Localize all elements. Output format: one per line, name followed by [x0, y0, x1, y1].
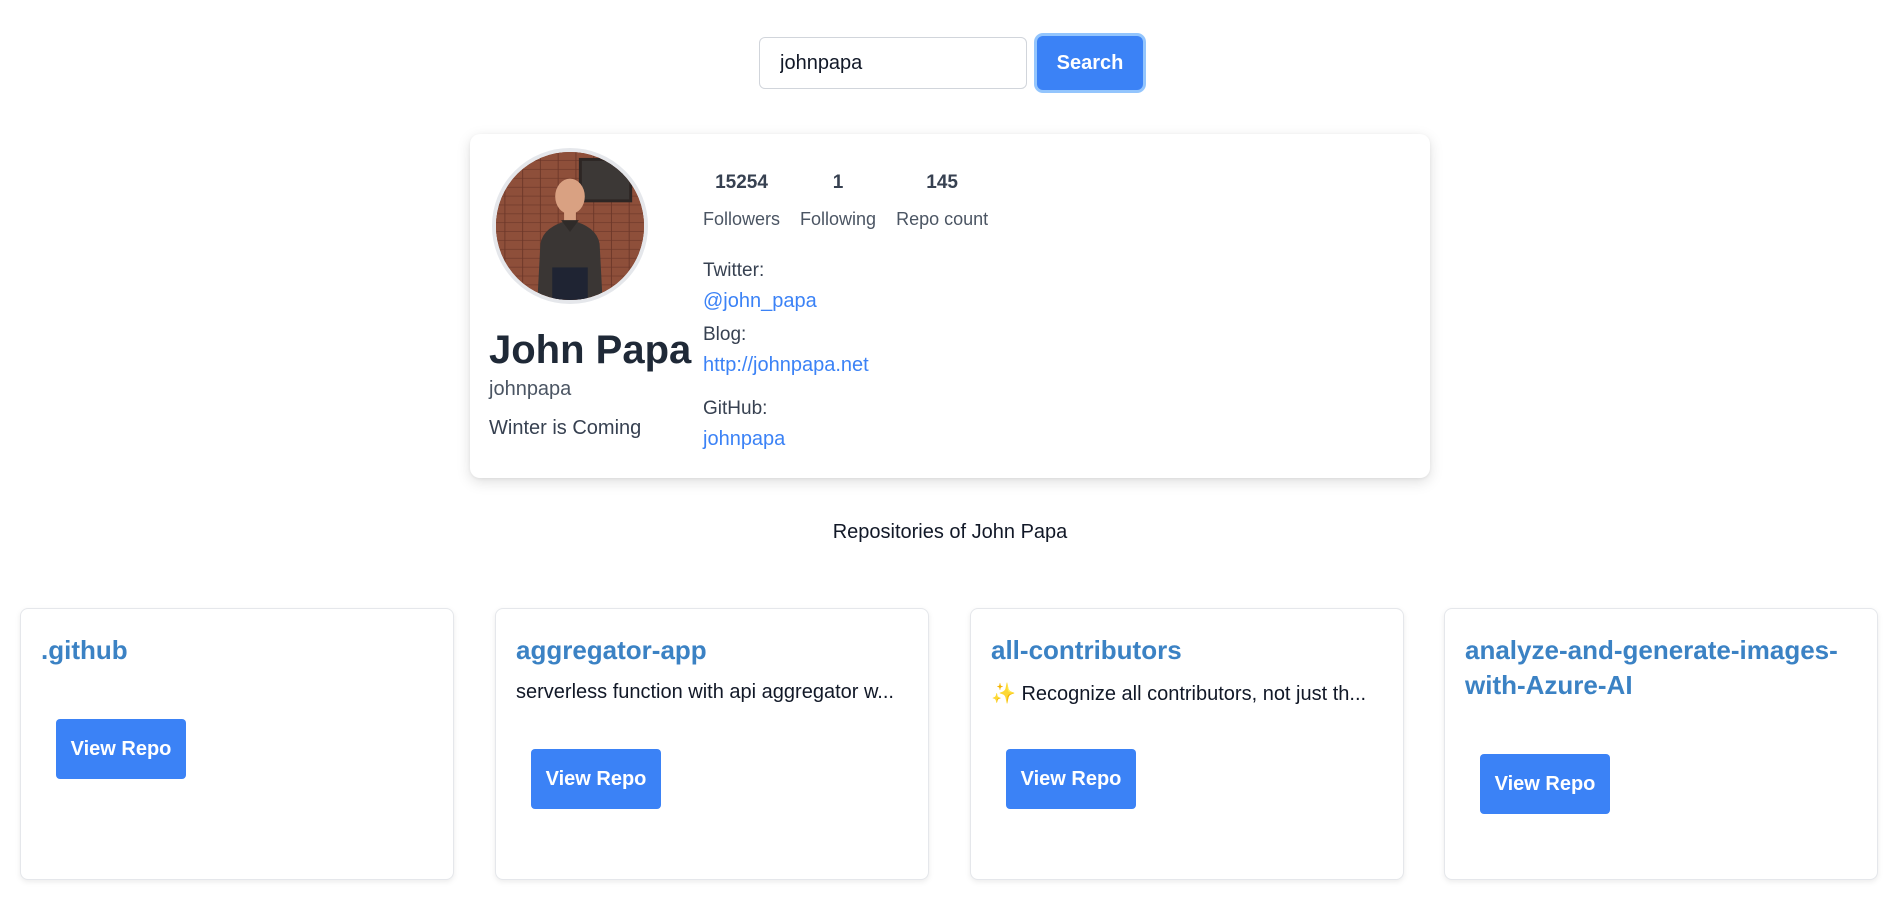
profile-card: John Papa johnpapa Winter is Coming 1525…: [470, 134, 1430, 478]
repo-title[interactable]: .github: [41, 633, 433, 668]
stat-following: 1 Following: [800, 172, 876, 230]
profile-links: Twitter: @john_papa Blog: http://johnpap…: [703, 256, 869, 458]
blog-label: Blog:: [703, 324, 747, 345]
stat-following-label: Following: [800, 209, 877, 229]
blog-link[interactable]: http://johnpapa.net: [703, 350, 869, 380]
github-block: GitHub: johnpapa: [703, 394, 869, 454]
blog-block: Blog: http://johnpapa.net: [703, 320, 869, 380]
profile-stats: 15254 Followers 1 Following 145 Repo cou…: [703, 172, 1008, 230]
view-repo-button[interactable]: View Repo: [531, 749, 661, 809]
profile-bio: Winter is Coming: [489, 417, 642, 439]
stat-followers: 15254 Followers: [703, 172, 780, 230]
stat-repo-count-value: 145: [926, 172, 958, 193]
repo-card: analyze-and-generate-images-with-Azure-A…: [1444, 608, 1878, 880]
twitter-link[interactable]: @john_papa: [703, 286, 869, 316]
twitter-block: Twitter: @john_papa: [703, 256, 869, 316]
github-label: GitHub:: [703, 398, 768, 419]
repo-title[interactable]: all-contributors: [991, 633, 1383, 668]
repo-title[interactable]: analyze-and-generate-images-with-Azure-A…: [1465, 633, 1857, 703]
view-repo-button[interactable]: View Repo: [56, 719, 186, 779]
stat-repo-count-label: Repo count: [896, 209, 989, 229]
stat-following-value: 1: [832, 172, 844, 193]
avatar-image: [496, 152, 644, 300]
stat-repo-count: 145 Repo count: [896, 172, 988, 230]
page: Search: [0, 0, 1889, 905]
repo-title[interactable]: aggregator-app: [516, 633, 908, 668]
repo-card: .github View Repo: [20, 608, 454, 880]
avatar: [492, 148, 648, 304]
repo-description: serverless function with api aggregator …: [516, 681, 894, 703]
repo-card: all-contributors ✨ Recognize all contrib…: [970, 608, 1404, 880]
twitter-label: Twitter:: [703, 260, 765, 281]
stat-followers-value: 15254: [715, 172, 768, 193]
search-button[interactable]: Search: [1037, 36, 1143, 90]
search-input[interactable]: [759, 37, 1027, 89]
search-bar: Search: [759, 36, 1143, 90]
profile-login: johnpapa: [489, 378, 572, 400]
repo-description: ✨ Recognize all contributors, not just t…: [991, 683, 1367, 705]
repos-heading: Repositories of John Papa: [832, 521, 1068, 543]
stat-followers-label: Followers: [703, 209, 781, 229]
profile-name: John Papa: [489, 328, 692, 372]
view-repo-button[interactable]: View Repo: [1006, 749, 1136, 809]
github-link[interactable]: johnpapa: [703, 424, 869, 454]
view-repo-button[interactable]: View Repo: [1480, 754, 1610, 814]
repo-card: aggregator-app serverless function with …: [495, 608, 929, 880]
